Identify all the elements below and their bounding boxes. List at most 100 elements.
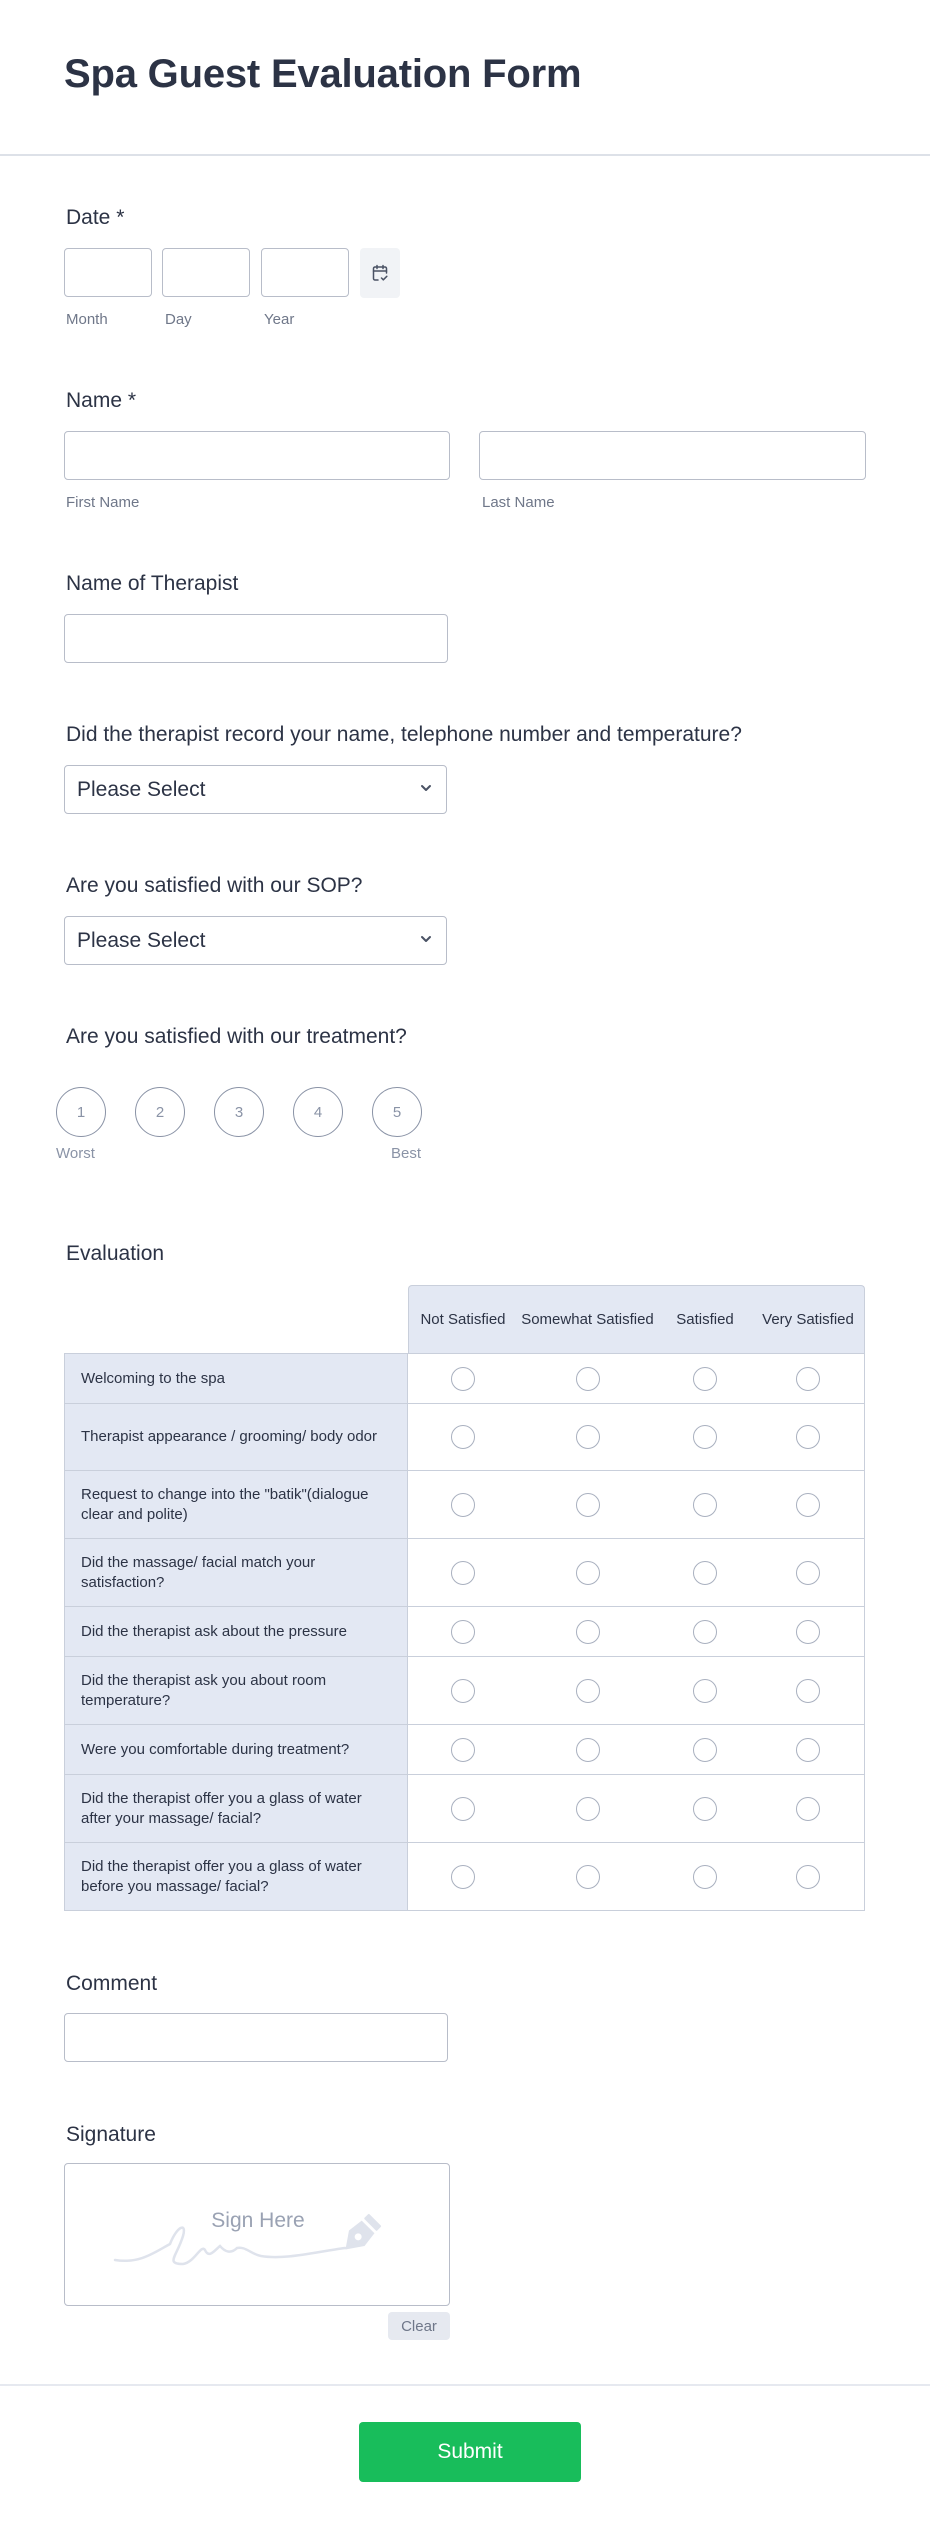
matrix-radio[interactable] [796,1366,820,1391]
day-input[interactable] [162,248,250,297]
matrix-cell [517,1354,659,1403]
matrix-row-label: Therapist appearance / grooming/ body od… [64,1404,408,1470]
column-header: Very Satisfied [752,1285,865,1353]
sop-question-label: Are you satisfied with our SOP? [66,874,363,897]
matrix-radio[interactable] [575,1619,600,1644]
matrix-radio[interactable] [693,1864,717,1889]
matrix-radio[interactable] [450,1425,475,1449]
last-name-input[interactable] [479,431,866,480]
matrix-radio[interactable] [450,1619,475,1644]
matrix-radio[interactable] [796,1737,820,1762]
column-header: Satisfied [658,1285,753,1353]
matrix-cell [408,1404,518,1470]
comment-label: Comment [66,1972,158,1995]
matrix-radio[interactable] [693,1492,717,1517]
matrix-cell [658,1775,753,1842]
signature-scribble-icon [113,2213,382,2266]
record-question-select[interactable]: Please Select [64,765,447,814]
matrix-row: Welcoming to the spa [64,1353,865,1403]
matrix-radio[interactable] [575,1425,600,1449]
last-name-sublabel: Last Name [482,494,555,511]
column-header: Somewhat Satisfied [517,1285,659,1353]
matrix-radio[interactable] [450,1560,475,1585]
matrix-cell [658,1657,753,1724]
matrix-radio[interactable] [693,1619,717,1644]
matrix-cell [517,1657,659,1724]
year-input[interactable] [261,248,349,297]
matrix-radio[interactable] [575,1796,600,1821]
month-input[interactable] [64,248,152,297]
therapist-input[interactable] [64,614,448,663]
matrix-radio[interactable] [575,1560,600,1585]
matrix-cell [517,1607,659,1656]
rating-option-4[interactable]: 4 [293,1087,343,1137]
matrix-cell [408,1657,518,1724]
matrix-radio[interactable] [450,1796,475,1821]
matrix-radio[interactable] [450,1492,475,1517]
matrix-cell [752,1404,865,1470]
matrix-radio[interactable] [575,1737,600,1762]
matrix-radio[interactable] [575,1864,600,1889]
matrix-cell [517,1725,659,1774]
submit-button[interactable]: Submit [359,2422,581,2482]
matrix-radio[interactable] [796,1619,820,1644]
matrix-cell [408,1725,518,1774]
matrix-row: Did the therapist offer you a glass of w… [64,1774,865,1842]
matrix-cell [752,1607,865,1656]
rating-option-5[interactable]: 5 [372,1087,422,1137]
matrix-radio[interactable] [796,1678,820,1703]
chevron-down-icon [421,936,431,942]
matrix-radio[interactable] [796,1425,820,1449]
matrix-row-label: Did the massage/ facial match your satis… [64,1539,408,1606]
matrix-radio[interactable] [693,1796,717,1821]
matrix-radio[interactable] [693,1425,717,1449]
rating-min-caption: Worst [56,1145,95,1162]
form-title: Spa Guest Evaluation Form [64,52,582,96]
matrix-radio[interactable] [575,1678,600,1703]
sop-question-value: Please Select [77,928,206,952]
rating-option-3[interactable]: 3 [214,1087,264,1137]
matrix-radio[interactable] [450,1864,475,1889]
calendar-button[interactable] [360,248,400,298]
matrix-cell [517,1539,659,1606]
matrix-cell [658,1354,753,1403]
matrix-radio[interactable] [796,1492,820,1517]
matrix-cell [408,1843,518,1910]
matrix-radio[interactable] [450,1737,475,1762]
matrix-radio[interactable] [796,1796,820,1821]
sop-question-select[interactable]: Please Select [64,916,447,965]
matrix-radio[interactable] [693,1737,717,1762]
comment-input[interactable] [64,2013,448,2062]
column-header: Not Satisfied [408,1285,518,1353]
matrix-cell [658,1539,753,1606]
matrix-radio[interactable] [693,1366,717,1391]
matrix-row: Did the therapist offer you a glass of w… [64,1842,865,1910]
matrix-radio[interactable] [796,1560,820,1585]
year-sublabel: Year [264,311,295,328]
matrix-row-label: Did the therapist ask about the pressure [64,1607,408,1656]
matrix-row: Did the massage/ facial match your satis… [64,1538,865,1606]
matrix-cell [517,1843,659,1910]
clear-signature-button[interactable]: Clear [388,2312,450,2340]
matrix-row-label: Request to change into the "batik"(dialo… [64,1471,408,1538]
matrix-cell [658,1471,753,1538]
matrix-radio[interactable] [450,1366,475,1391]
signature-pad[interactable]: Sign Here [64,2163,450,2306]
matrix-row: Were you comfortable during treatment? [64,1724,865,1774]
matrix-radio[interactable] [575,1366,600,1391]
matrix-cell [752,1471,865,1538]
rating-option-1[interactable]: 1 [56,1087,106,1137]
matrix-radio[interactable] [693,1678,717,1703]
matrix-radio[interactable] [450,1678,475,1703]
matrix-cell [517,1471,659,1538]
calendar-icon [372,264,388,281]
first-name-input[interactable] [64,431,450,480]
matrix-radio[interactable] [575,1492,600,1517]
matrix-radio[interactable] [693,1560,717,1585]
matrix-cell [752,1843,865,1910]
month-sublabel: Month [66,311,108,328]
rating-option-2[interactable]: 2 [135,1087,185,1137]
matrix-radio[interactable] [796,1864,820,1889]
matrix-row-label: Did the therapist offer you a glass of w… [64,1775,408,1842]
matrix-cell [752,1539,865,1606]
